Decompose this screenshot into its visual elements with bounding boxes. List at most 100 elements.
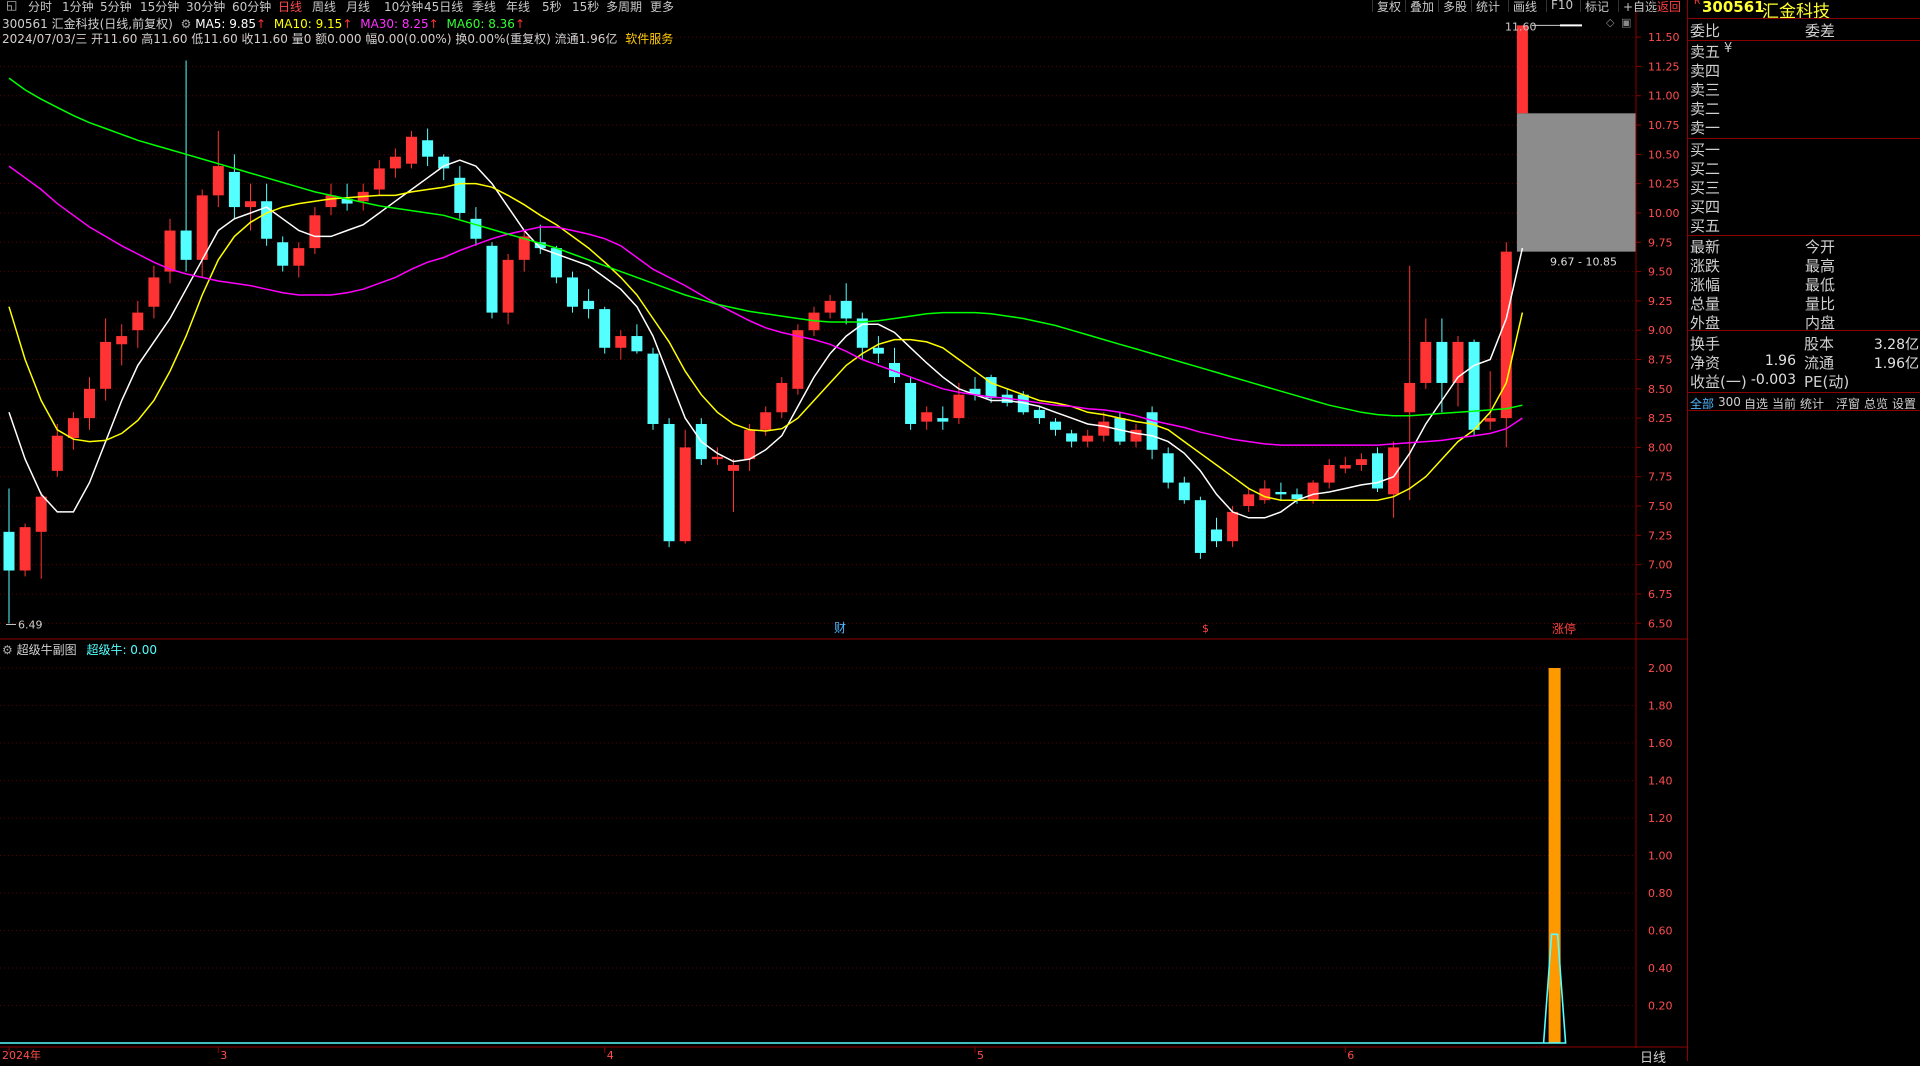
limit-up-marker: 涨停 (1552, 621, 1576, 636)
sell-level-label: 卖四 (1690, 62, 1721, 80)
quote-info-line: 2024/07/03/三 开11.60 高11.60 低11.60 收11.60… (2, 30, 673, 47)
y-tick-label: 8.75 (1648, 353, 1673, 366)
sub-y-tick-label: 1.40 (1648, 775, 1673, 788)
y-tick-label: 9.50 (1648, 266, 1673, 279)
ma60-arrow: ↑ (514, 17, 526, 31)
settings-icon[interactable]: ⚙ (181, 17, 192, 31)
y-tick-label: 8.25 (1648, 412, 1673, 425)
sub-settings-icon[interactable]: ⚙ (2, 643, 13, 657)
candle-body (1484, 418, 1496, 422)
candle-body (856, 318, 868, 348)
sub-chart-info: ⚙ 超级牛副图 超级牛: 0.00 (2, 641, 157, 658)
ma30-label: MA30: 8.25 (360, 17, 429, 31)
y-tick-label: 7.75 (1648, 471, 1673, 484)
candle-body (19, 527, 31, 571)
y-tick-label: 10.00 (1648, 207, 1680, 220)
candle-body (3, 531, 15, 571)
candle-body (277, 242, 289, 266)
candle-body (1194, 500, 1206, 553)
candle-body (1050, 421, 1061, 430)
candle-body (599, 309, 611, 348)
code-name: 300561 汇金科技(日线,前复权) (2, 17, 173, 31)
sub-chart-bar (1548, 668, 1561, 1043)
candle-body (212, 166, 224, 196)
candle-body (1339, 465, 1351, 469)
candle-body (647, 353, 659, 424)
sell-level-label: 卖三 (1690, 81, 1721, 99)
sub-y-tick-label: 0.20 (1648, 1000, 1673, 1013)
candle-body (1033, 409, 1045, 419)
fin-label: PE(动) (1804, 373, 1850, 391)
x-tick-label: 3 (220, 1049, 227, 1061)
panel-tab[interactable]: 300 (1718, 395, 1741, 409)
window-icon[interactable]: ◱ (6, 0, 17, 12)
candle-body (567, 277, 578, 307)
quote-label: 涨跌 (1690, 257, 1721, 275)
fin-value: 3.28亿 (1873, 337, 1919, 353)
yen-sign: ¥ (1724, 41, 1733, 56)
y-tick-label: 11.00 (1648, 90, 1680, 103)
candle-body (502, 259, 514, 313)
candle-body (872, 347, 884, 354)
bottom-period-tab[interactable]: 日线 (1640, 1047, 1666, 1066)
sub-indicator: 超级牛: 0.00 (86, 643, 158, 657)
candle-body (679, 447, 691, 542)
divider (1688, 410, 1920, 411)
candle-body (1323, 465, 1335, 483)
right-panel: R 300561 汇金科技 委比 委差 卖五 卖四 卖三 卖二 卖一 ¥ 买一 买二 买三买… (1687, 0, 1920, 1061)
candle-body (776, 382, 788, 413)
sub-y-tick-label: 0.80 (1648, 887, 1673, 900)
sub-y-tick-label: 1.80 (1648, 700, 1673, 713)
y-tick-label: 9.75 (1648, 236, 1673, 249)
window-toggle-icon[interactable]: ▣ (1621, 16, 1631, 29)
candle-body (1130, 429, 1142, 442)
stock-badge: R (1694, 0, 1701, 7)
candle-body (760, 412, 772, 430)
candle-body (67, 418, 79, 439)
sector-link[interactable]: 软件服务 (625, 32, 673, 46)
ma10-label: MA10: 9.15 (273, 17, 343, 31)
candle-body (663, 423, 675, 542)
x-tick-label: 6 (1347, 1049, 1354, 1061)
y-tick-label: 9.25 (1648, 295, 1673, 308)
buy-level-label: 买四 (1690, 198, 1721, 216)
candle-body (132, 312, 144, 331)
candle-body (116, 336, 128, 345)
candle-body (35, 496, 47, 532)
sub-y-tick-label: 1.20 (1648, 812, 1673, 825)
y-tick-label: 8.50 (1648, 383, 1673, 396)
candle-body (164, 230, 176, 272)
stock-code: 300561 (1702, 0, 1765, 16)
candle-body (824, 300, 836, 313)
candle-body (905, 382, 917, 424)
main-chart[interactable]: 11.50 11.25 11.00 10.75 10.50 10.25 10.00 9.75 9… (0, 12, 1687, 1061)
candle-body (921, 412, 933, 422)
divider (1688, 392, 1920, 393)
candle-body (228, 171, 240, 208)
y-tick-label: 10.25 (1648, 178, 1680, 191)
toolbar-button[interactable]: F10 (1546, 0, 1577, 12)
finance-marker: 财 (834, 621, 846, 635)
buy-level-label: 买二 (1690, 160, 1721, 178)
candle-body (1500, 251, 1512, 419)
ma5-arrow: ↑ (256, 17, 267, 31)
candle-body (470, 218, 482, 239)
candle-body (1211, 529, 1222, 542)
sell-level-label: 卖一 (1690, 119, 1721, 137)
gap-range-label: 9.67 - 10.85 (1550, 256, 1617, 269)
divider (1688, 138, 1920, 139)
quote-label: 最高 (1805, 257, 1836, 275)
diamond-icon[interactable]: ◇ (1606, 16, 1614, 29)
sell-level-label: 卖五 (1690, 43, 1721, 61)
y-tick-label: 11.50 (1648, 31, 1680, 44)
candle-body (1162, 453, 1174, 483)
y-tick-label: 11.25 (1648, 60, 1680, 73)
candle-body (148, 277, 160, 307)
fin-value: 1.96 (1764, 353, 1796, 369)
fin-label: 换手 (1690, 335, 1721, 353)
sub-y-tick-label: 0.40 (1648, 962, 1673, 975)
candle-body (1275, 491, 1287, 495)
candle-body (325, 195, 337, 208)
quote-label: 总量 (1690, 295, 1721, 313)
ma5-label: MA5: 9.85 (195, 17, 257, 31)
